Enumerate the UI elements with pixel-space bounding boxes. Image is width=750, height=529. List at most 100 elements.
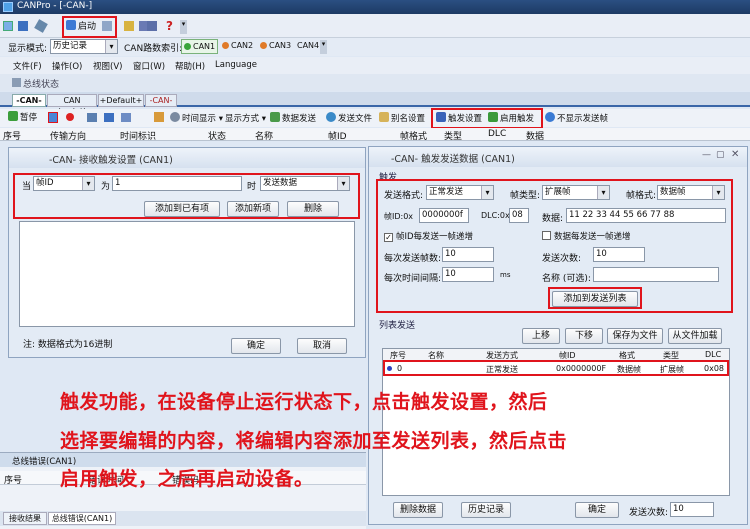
frame-grid-header: 序号 传输方向 时间标识 状态 名称 帧ID 帧格式 类型 DLC 数据 <box>0 128 750 142</box>
condition-value-input[interactable]: 1 <box>112 176 242 191</box>
data-send-button[interactable]: 数据发送 <box>270 112 316 124</box>
trigger-buttons-highlight <box>431 108 543 129</box>
filter-icon[interactable] <box>48 112 58 123</box>
frame-type-select[interactable]: 扩展帧 <box>542 185 610 200</box>
name-input[interactable] <box>593 267 719 282</box>
instruction-line-2: 选择要编辑的内容，将编辑内容添加至发送列表，然后点击 <box>60 430 568 452</box>
can-toolbar: 暂停 时间显示 ▾ 显示方式 ▾ 数据发送 发送文件 别名设置 触发设置 启用触… <box>0 109 750 127</box>
delete-button[interactable]: 删除 <box>287 201 339 217</box>
data-increment-checkbox[interactable]: 数据每发送一帧递增 <box>542 230 631 242</box>
send-file-icon <box>326 112 336 122</box>
save-data-icon[interactable] <box>104 113 114 122</box>
package-icon[interactable] <box>154 112 164 122</box>
per-send-input[interactable]: 10 <box>442 247 494 262</box>
when-label: 当 <box>22 182 32 192</box>
tab-can-script[interactable]: CAN (script) <box>47 94 97 116</box>
load-file-button[interactable]: 从文件加载 <box>668 328 722 344</box>
send-dialog-title: -CAN- 触发发送数据 (CAN1) <box>391 154 515 165</box>
interval-label: 每次时间间隔: <box>384 274 442 284</box>
save-file-button[interactable]: 保存为文件 <box>607 328 663 344</box>
mode-bar: 显示模式: 历史记录 CAN路数索引: CAN1 CAN2 CAN3 CAN4 … <box>0 38 750 56</box>
send-count-label: 发送次数: <box>542 254 582 264</box>
menu-help[interactable]: 帮助(H) <box>175 60 205 72</box>
send-format-select[interactable]: 正常发送 <box>426 185 494 200</box>
send-ok-button[interactable]: 确定 <box>575 502 619 518</box>
tool-icon[interactable] <box>124 21 134 31</box>
receive-ok-button[interactable]: 确定 <box>231 338 281 354</box>
menu-file[interactable]: 文件(F) <box>13 60 42 72</box>
instruction-line-1: 触发功能，在设备停止运行状态下，点击触发设置，然后 <box>60 391 548 413</box>
col-frame-format: 帧格式 <box>400 132 428 142</box>
bottom-count-input[interactable]: 10 <box>670 502 714 517</box>
history-button[interactable]: 历史记录 <box>461 502 511 518</box>
data-label: 数据: <box>542 214 564 224</box>
minimize-icon[interactable]: — <box>702 150 711 160</box>
move-down-button[interactable]: 下移 <box>565 328 603 344</box>
time-display-menu[interactable]: 时间显示 ▾ <box>170 112 223 124</box>
new-icon[interactable] <box>3 21 13 31</box>
send-file-button[interactable]: 发送文件 <box>326 112 372 124</box>
condition-field-select[interactable]: 帧ID <box>33 176 95 191</box>
export-icon[interactable] <box>121 113 131 122</box>
display-mode-select[interactable]: 历史记录 <box>50 39 118 54</box>
receive-dialog-title: -CAN- 接收触发设置 (CAN1) <box>49 155 173 166</box>
add-list-highlight <box>548 287 642 309</box>
interval-unit: ms <box>500 271 511 279</box>
can-radio-1[interactable]: CAN1 <box>181 39 218 54</box>
tab-can[interactable]: -CAN- <box>12 94 46 107</box>
send-count-input[interactable]: 10 <box>593 247 645 262</box>
col-status: 状态 <box>208 132 227 142</box>
modebar-overflow-icon[interactable]: ▾ <box>320 40 327 54</box>
bottom-tab-strip: 接收结果 总线错误(CAN1) <box>0 511 366 526</box>
menu-bar: 文件(F) 操作(O) 视图(V) 窗口(W) 帮助(H) Language <box>0 57 750 74</box>
send-arrow-icon <box>270 112 280 122</box>
title-bar: CANPro - [-CAN-] <box>0 0 750 14</box>
list-row-highlight <box>383 360 729 376</box>
id-increment-checkbox[interactable]: ✓ 帧ID每发送一帧递增 <box>384 230 473 242</box>
menu-view[interactable]: 视图(V) <box>93 60 122 72</box>
receive-cancel-button[interactable]: 取消 <box>297 338 347 354</box>
pause-button[interactable]: 暂停 <box>8 111 37 123</box>
delete-data-button[interactable]: 删除数据 <box>393 502 443 518</box>
can-radio-4[interactable]: CAN4 <box>297 41 319 50</box>
help-icon[interactable]: ? <box>166 19 173 33</box>
monitor-icon[interactable] <box>87 113 97 122</box>
alias-button[interactable]: 别名设置 <box>379 112 425 124</box>
book-icon[interactable] <box>147 21 157 31</box>
data-input[interactable]: 11 22 33 44 55 66 77 88 <box>566 208 726 223</box>
menu-language[interactable]: Language <box>215 60 257 70</box>
can-radio-2[interactable]: CAN2 <box>222 41 253 50</box>
receive-trigger-dialog: -CAN- 接收触发设置 (CAN1) 当 帧ID 为 1 时 发送数据 添加到… <box>8 147 366 358</box>
edit-icon[interactable] <box>34 19 48 33</box>
toolbar-overflow-icon[interactable]: ▾ <box>180 20 187 34</box>
maximize-icon[interactable]: ▢ <box>716 150 725 160</box>
frame-type-label: 帧类型: <box>510 191 541 201</box>
frame-id-input[interactable]: 0000000f <box>419 208 469 223</box>
save-icon[interactable] <box>18 21 28 31</box>
move-up-button[interactable]: 上移 <box>522 328 560 344</box>
start-highlight <box>62 16 117 38</box>
interval-input[interactable]: 10 <box>442 267 494 282</box>
trigger-list[interactable] <box>19 221 355 327</box>
tab-receive-result[interactable]: 接收结果 <box>3 512 47 525</box>
close-icon[interactable]: ✕ <box>731 149 739 160</box>
tab-bus-error[interactable]: 总线错误(CAN1) <box>48 512 116 525</box>
dlc-label: DLC:0x <box>481 211 510 220</box>
dlc-input[interactable]: 08 <box>509 208 529 223</box>
frame-format-select[interactable]: 数据帧 <box>657 185 725 200</box>
no-display-send-button[interactable]: 不显示发送帧 <box>545 112 608 124</box>
menu-operation[interactable]: 操作(O) <box>52 60 82 72</box>
add-new-button[interactable]: 添加新项 <box>227 201 279 217</box>
send-format-label: 发送格式: <box>384 191 424 201</box>
can-index-label: CAN路数索引: <box>124 44 183 54</box>
trigger-action-select[interactable]: 发送数据 <box>260 176 350 191</box>
tab-default[interactable]: +Default+ <box>98 94 144 107</box>
can-radio-3[interactable]: CAN3 <box>260 41 291 50</box>
col-name: 名称 <box>255 132 274 142</box>
add-existing-button[interactable]: 添加到已有项 <box>144 201 220 217</box>
record-icon[interactable] <box>66 113 74 121</box>
menu-window[interactable]: 窗口(W) <box>133 60 165 72</box>
tab-can-2[interactable]: -CAN- <box>145 94 177 107</box>
no-display-icon <box>545 112 555 122</box>
display-mode-menu[interactable]: 显示方式 ▾ <box>225 112 266 124</box>
